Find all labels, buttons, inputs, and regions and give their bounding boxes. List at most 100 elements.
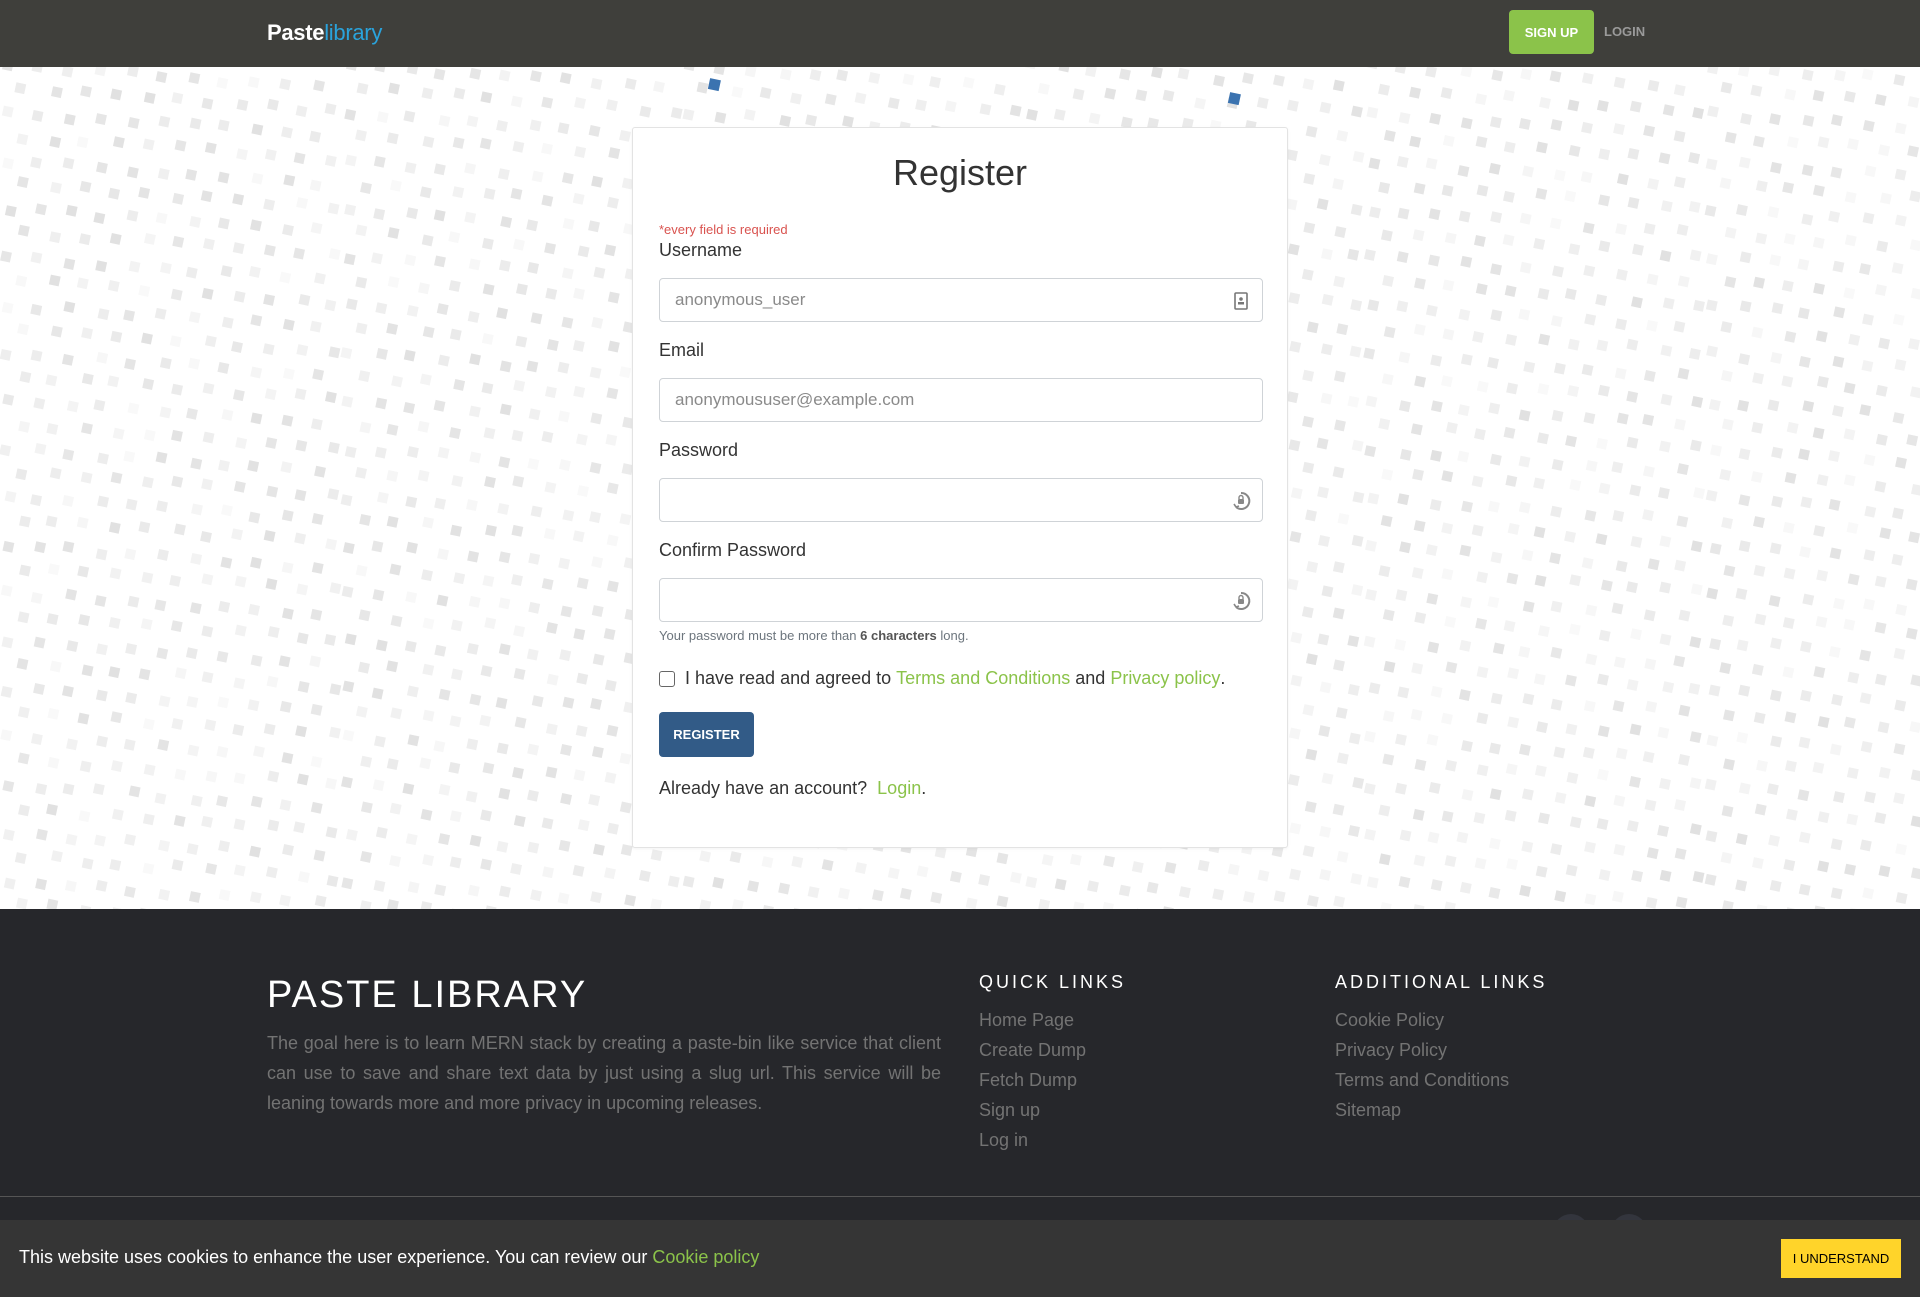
confirm-password-field[interactable] — [659, 578, 1263, 622]
confirm-password-input[interactable] — [675, 590, 1215, 610]
pattern-square — [1395, 782, 1407, 795]
pattern-square — [81, 664, 94, 677]
pattern-square — [437, 354, 450, 367]
pattern-square — [1534, 764, 1547, 777]
pattern-square — [154, 792, 167, 805]
footer-link-terms[interactable]: Terms and Conditions — [1335, 1065, 1547, 1095]
pattern-square — [1507, 522, 1520, 535]
pattern-square — [358, 370, 371, 383]
cookie-accept-button[interactable]: I UNDERSTAND — [1781, 1239, 1901, 1278]
footer-link-privacy-policy[interactable]: Privacy Policy — [1335, 1035, 1547, 1065]
pattern-square — [371, 252, 383, 265]
pattern-square — [1363, 635, 1376, 648]
pattern-square — [1441, 470, 1454, 483]
pattern-square — [1895, 843, 1908, 856]
pattern-square — [1290, 487, 1303, 500]
password-field[interactable] — [659, 478, 1263, 522]
logo-light-text: library — [324, 20, 383, 45]
register-button[interactable]: REGISTER — [659, 712, 754, 757]
pattern-square — [561, 267, 574, 280]
pattern-square — [1337, 512, 1350, 525]
pattern-square — [156, 500, 168, 513]
password-manager-key-icon[interactable] — [1230, 490, 1252, 512]
pattern-square — [1738, 494, 1751, 507]
pattern-square — [1705, 830, 1718, 843]
pattern-square — [1522, 600, 1535, 613]
pattern-square — [109, 232, 122, 245]
footer-link-sitemap[interactable]: Sitemap — [1335, 1095, 1547, 1125]
pattern-square — [449, 856, 462, 869]
pattern-square — [1549, 217, 1562, 230]
pattern-square — [452, 186, 465, 199]
pattern-square — [202, 382, 215, 395]
footer-link-create-dump[interactable]: Create Dump — [979, 1035, 1126, 1065]
pattern-square — [279, 700, 292, 713]
email-input[interactable] — [675, 390, 1215, 410]
signup-button[interactable]: SIGN UP — [1509, 10, 1594, 54]
pattern-square — [94, 834, 106, 847]
site-logo[interactable]: Pastelibrary — [267, 20, 382, 46]
pattern-square — [731, 86, 744, 99]
footer-link-log-in[interactable]: Log in — [979, 1125, 1126, 1155]
pattern-square — [18, 804, 30, 817]
hint-suffix: long. — [936, 628, 969, 643]
pattern-square — [1567, 385, 1580, 397]
pattern-square — [1874, 575, 1887, 588]
pattern-square — [1430, 354, 1443, 367]
pattern-square — [979, 103, 992, 116]
pattern-square — [1629, 100, 1642, 113]
password-manager-key-icon[interactable] — [1230, 590, 1252, 612]
pattern-square — [949, 870, 962, 883]
pattern-square — [513, 668, 526, 680]
pattern-square — [1674, 847, 1687, 860]
username-field[interactable] — [659, 278, 1263, 322]
cookie-policy-link[interactable]: Cookie policy — [652, 1247, 759, 1267]
pattern-square — [541, 578, 554, 590]
footer-link-home[interactable]: Home Page — [979, 1005, 1126, 1035]
pattern-square — [265, 866, 278, 879]
agree-terms-checkbox[interactable] — [659, 670, 675, 687]
footer-link-cookie-policy[interactable]: Cookie Policy — [1335, 1005, 1547, 1035]
pattern-square — [562, 217, 575, 230]
pattern-square — [1519, 212, 1532, 225]
pattern-square — [1568, 145, 1581, 157]
pattern-square — [965, 897, 978, 909]
pattern-square — [1829, 743, 1842, 756]
pattern-square — [355, 564, 368, 577]
hint-bold: 6 characters — [860, 628, 937, 643]
pattern-square — [267, 98, 279, 111]
pattern-square — [171, 383, 184, 396]
pattern-square — [438, 115, 451, 127]
pattern-square — [1213, 74, 1225, 87]
password-input[interactable] — [675, 490, 1215, 510]
pattern-square — [1723, 758, 1735, 771]
pattern-square — [1551, 409, 1564, 422]
pattern-square — [1, 105, 14, 118]
pattern-square — [185, 168, 198, 181]
pattern-square — [296, 583, 309, 596]
pattern-square — [1612, 510, 1625, 522]
privacy-link[interactable]: Privacy policy — [1110, 668, 1220, 689]
pattern-square — [128, 785, 141, 798]
pattern-square — [466, 115, 479, 128]
pattern-square — [2, 780, 15, 793]
password-label: Password — [659, 440, 739, 460]
pattern-square — [542, 866, 554, 879]
pattern-square — [916, 865, 929, 878]
pattern-square — [1383, 660, 1396, 673]
email-field[interactable] — [659, 378, 1263, 422]
pattern-square — [359, 513, 372, 526]
pattern-square — [1487, 500, 1500, 513]
contact-card-icon[interactable] — [1230, 290, 1252, 312]
footer-link-fetch-dump[interactable]: Fetch Dump — [979, 1065, 1126, 1095]
pattern-square — [1227, 863, 1240, 876]
footer-link-sign-up[interactable]: Sign up — [979, 1095, 1126, 1125]
login-link[interactable]: LOGIN — [1604, 24, 1645, 39]
pattern-square — [1891, 553, 1904, 566]
pattern-square — [624, 78, 637, 90]
pattern-square — [1084, 67, 1097, 78]
login-link-inline[interactable]: Login — [877, 778, 921, 798]
username-input[interactable] — [675, 290, 1215, 310]
pattern-square — [186, 843, 199, 856]
terms-link[interactable]: Terms and Conditions — [896, 668, 1070, 689]
